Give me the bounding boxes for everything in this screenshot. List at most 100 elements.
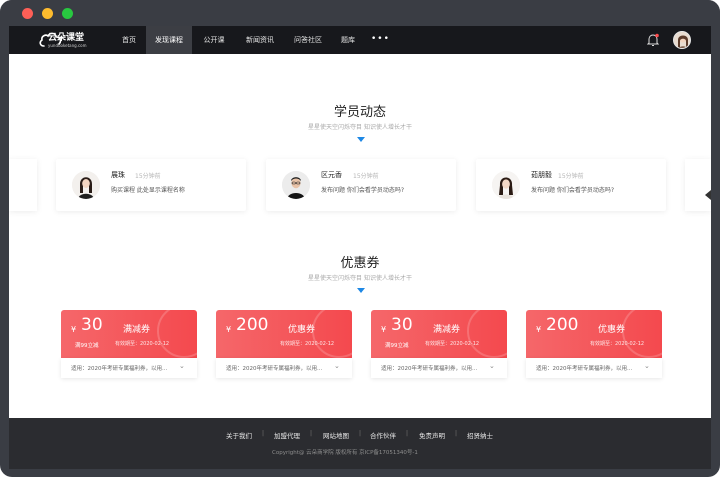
page-viewport: 云朵课堂 yunduoketang.com 首页 发现课程 公开课 新闻资讯 问… (9, 26, 711, 469)
footer-link-partners[interactable]: 合作伙伴 (370, 430, 396, 440)
window-titlebar (0, 0, 720, 26)
coupon-scope[interactable]: 适用：2020年考研专属福利券，以用... ⌄ (61, 358, 197, 378)
coupon-condition: 满99立减 (75, 343, 99, 349)
coupon-card[interactable]: ¥ 200 优惠券 有效期至：2020-02-12 适用：2020年考研专属福利… (216, 310, 352, 378)
student-avatar-female-icon (72, 171, 100, 199)
coupon-card[interactable]: ¥ 30 满减券 满99立减 有效期至：2020-02-12 适用：2020年考… (61, 310, 197, 378)
footer-link-sitemap[interactable]: 网站地图 (323, 430, 349, 440)
footer-separator: | (262, 430, 265, 437)
coupon-amount: 30 (81, 315, 103, 335)
activity-card-partial-right[interactable] (685, 159, 711, 211)
currency-symbol: ¥ (226, 325, 232, 334)
logo-name: 云朵课堂 (48, 33, 85, 43)
activity-card[interactable]: 展珠 15分钟前 购买课程 此处显示课程名称 (56, 159, 246, 211)
bell-icon[interactable] (647, 33, 659, 47)
currency-symbol: ¥ (536, 325, 542, 334)
footer-separator: | (406, 430, 409, 437)
activity-card-partial-left[interactable] (9, 159, 37, 211)
coupon-section-title: 优惠券 (340, 256, 380, 271)
activity-time: 15分钟前 (353, 173, 379, 180)
site-footer: 关于我们 | 加盟代理 | 网站地图 | 合作伙伴 | 免责声明 | 招贤纳士 … (9, 418, 711, 469)
coupon-scope-text: 适用：2020年考研专属福利券，以用... (381, 366, 478, 372)
activity-description: 发布问题 你们会看学员动态吗? (321, 187, 405, 194)
coupon-type: 优惠券 (598, 325, 626, 335)
coupon-amount: 200 (546, 315, 579, 335)
nav-item-question-bank[interactable]: 题库 (336, 26, 360, 54)
user-avatar[interactable] (673, 31, 691, 49)
nav-item-discover-courses[interactable]: 发现课程 (146, 26, 192, 54)
coupon-validity: 有效期至：2020-02-12 (280, 341, 335, 347)
chevron-down-icon[interactable]: ⌄ (644, 362, 650, 370)
coupon-watermark-icon (312, 310, 352, 358)
nav-item-home[interactable]: 首页 (115, 26, 143, 54)
student-avatar (282, 171, 310, 199)
maximize-window-button[interactable] (62, 8, 73, 19)
activity-section-title: 学员动态 (333, 105, 386, 120)
coupon-watermark-icon (622, 310, 662, 358)
student-avatar-male-icon (282, 171, 310, 199)
user-avatar-icon (674, 32, 690, 48)
coupon-scope[interactable]: 适用：2020年考研专属福利券，以用... ⌄ (371, 358, 507, 378)
coupon-scope-text: 适用：2020年考研专属福利券，以用... (536, 366, 633, 372)
coupon-face: ¥ 200 优惠券 有效期至：2020-02-12 (216, 310, 352, 358)
coupon-type: 满减券 (123, 325, 151, 335)
footer-link-franchise[interactable]: 加盟代理 (274, 430, 300, 440)
coupon-type: 优惠券 (288, 325, 316, 335)
browser-window: 云朵课堂 yunduoketang.com 首页 发现课程 公开课 新闻资讯 问… (0, 0, 720, 477)
coupon-validity: 有效期至：2020-02-12 (590, 341, 645, 347)
footer-separator: | (310, 430, 313, 437)
coupon-scope-text: 适用：2020年考研专属福利券，以用... (71, 366, 168, 372)
coupon-scope-text: 适用：2020年考研专属福利券，以用... (226, 366, 323, 372)
activity-section-subtitle: 星星使天空闪烁夺目 知识使人增长才干 (308, 124, 412, 131)
nav-item-open-class[interactable]: 公开课 (198, 26, 230, 54)
student-avatar (492, 171, 520, 199)
coupon-type: 满减券 (433, 325, 461, 335)
activity-description: 发布问题 你们会看学员动态吗? (531, 187, 615, 194)
footer-link-about[interactable]: 关于我们 (226, 430, 252, 440)
section-pointer-icon (357, 137, 365, 142)
coupon-card[interactable]: ¥ 200 优惠券 有效期至：2020-02-12 适用：2020年考研专属福利… (526, 310, 662, 378)
coupon-condition: 满99立减 (385, 343, 409, 349)
activity-card[interactable]: 区元香 15分钟前 发布问题 你们会看学员动态吗? (266, 159, 456, 211)
minimize-window-button[interactable] (42, 8, 53, 19)
student-name: 茹朋毅 (531, 171, 552, 179)
top-navbar: 云朵课堂 yunduoketang.com 首页 发现课程 公开课 新闻资讯 问… (9, 26, 711, 54)
footer-separator: | (455, 430, 458, 437)
nav-item-qa-community[interactable]: 问答社区 (289, 26, 327, 54)
coupon-amount: 30 (391, 315, 413, 335)
coupon-face: ¥ 30 满减券 满99立减 有效期至：2020-02-12 (61, 310, 197, 358)
student-name: 区元香 (321, 171, 342, 179)
chevron-down-icon[interactable]: ⌄ (489, 362, 495, 370)
footer-link-careers[interactable]: 招贤纳士 (467, 430, 493, 440)
site-logo[interactable]: 云朵课堂 yunduoketang.com (39, 29, 91, 51)
coupon-watermark-icon (157, 310, 197, 358)
logo-domain: yunduoketang.com (48, 43, 87, 48)
activity-card[interactable]: 茹朋毅 15分钟前 发布问题 你们会看学员动态吗? (476, 159, 666, 211)
more-menu-button[interactable]: ••• (371, 26, 390, 54)
section-pointer-icon (357, 288, 365, 293)
student-name: 展珠 (111, 171, 125, 179)
footer-copyright: Copyright@ 云朵商学院 版权所有 京ICP备17051340号-1 (272, 450, 418, 456)
footer-separator: | (359, 430, 362, 437)
activity-time: 15分钟前 (558, 173, 584, 180)
coupon-validity: 有效期至：2020-02-12 (115, 341, 170, 347)
footer-link-disclaimer[interactable]: 免责声明 (419, 430, 445, 440)
coupon-amount: 200 (236, 315, 269, 335)
coupon-scope[interactable]: 适用：2020年考研专属福利券，以用... ⌄ (526, 358, 662, 378)
activity-time: 15分钟前 (135, 173, 161, 180)
coupon-face: ¥ 200 优惠券 有效期至：2020-02-12 (526, 310, 662, 358)
coupon-scope[interactable]: 适用：2020年考研专属福利券，以用... ⌄ (216, 358, 352, 378)
coupon-section-subtitle: 星星使天空闪烁夺目 知识使人增长才干 (308, 275, 412, 282)
coupon-validity: 有效期至：2020-02-12 (425, 341, 480, 347)
close-window-button[interactable] (22, 8, 33, 19)
chevron-down-icon[interactable]: ⌄ (179, 362, 185, 370)
nav-item-news[interactable]: 新闻资讯 (241, 26, 279, 54)
student-avatar-female-icon (492, 171, 520, 199)
coupon-card[interactable]: ¥ 30 满减券 满99立减 有效期至：2020-02-12 适用：2020年考… (371, 310, 507, 378)
coupon-face: ¥ 30 满减券 满99立减 有效期至：2020-02-12 (371, 310, 507, 358)
currency-symbol: ¥ (381, 325, 387, 334)
student-avatar (72, 171, 100, 199)
chevron-down-icon[interactable]: ⌄ (334, 362, 340, 370)
activity-description: 购买课程 此处显示课程名称 (111, 187, 185, 194)
carousel-prev-arrow-icon[interactable] (705, 190, 711, 200)
